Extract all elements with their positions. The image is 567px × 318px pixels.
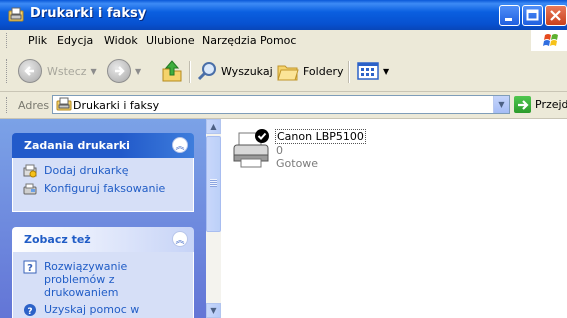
search-icon [197,62,216,81]
title-bar[interactable]: Drukarki i faksy [0,0,567,30]
help-circle-icon: ? [24,304,36,317]
addressbar-grip[interactable] [6,97,10,113]
go-label: Przejdź [535,98,567,111]
go-button[interactable]: Przejdź [514,96,567,113]
close-icon [550,10,561,21]
printer-tasks-panel: Zadania drukarki ︽ Dodaj drukarkę Konfig… [12,133,194,212]
get-help-label: Uzyskaj pomoc w [44,303,140,316]
folders-icon [277,65,299,81]
chevron-up-icon: ▲ [210,122,217,131]
task-pane-scrollbar[interactable]: ▲ ▼ [206,119,221,318]
setup-fax-label: Konfiguruj faksowanie [44,182,166,195]
collapse-chevron-icon[interactable]: ︽ [172,137,188,153]
folders-button[interactable]: Foldery [276,57,344,85]
printer-status: Gotowe [276,157,319,170]
troubleshoot-printing-link[interactable]: ? Rozwiązywanie problemów z drukowaniem [23,260,183,299]
printers-folder-icon [8,7,24,23]
printer-tasks-title: Zadania drukarki [24,139,130,152]
menu-favorites[interactable]: Ulubione [146,34,195,47]
add-printer-icon [23,164,37,178]
back-dropdown-icon[interactable]: ▼ [91,67,97,76]
printer-item[interactable]: Canon LBP5100 0 Gotowe [231,127,381,175]
svg-text:?: ? [27,307,32,317]
printer-icon [233,129,269,168]
collapse-chevron-icon[interactable]: ︽ [172,231,188,247]
toolbar-separator [189,61,191,83]
minimize-button[interactable] [499,5,520,26]
scroll-down-button[interactable]: ▼ [206,303,221,318]
printer-tasks-header[interactable]: Zadania drukarki ︽ [12,133,194,158]
printer-tasks-body: Dodaj drukarkę Konfiguruj faksowanie [12,158,194,212]
window-title: Drukarki i faksy [30,6,147,21]
add-printer-link[interactable]: Dodaj drukarkę [23,164,183,182]
setup-fax-link[interactable]: Konfiguruj faksowanie [23,182,183,200]
maximize-button[interactable] [522,5,543,26]
address-dropdown-button[interactable]: ▼ [493,96,509,113]
see-also-title: Zobacz też [24,233,91,246]
windows-logo [531,30,567,51]
windows-flag-icon [543,34,558,46]
see-also-body: ? Rozwiązywanie problemów z drukowaniem … [12,252,194,318]
standard-toolbar: Wstecz ▼ ▼ Wyszukaj Foldery ▼ [0,51,567,92]
folder-up-icon [162,60,182,82]
printers-folder-icon [56,97,72,115]
see-also-header[interactable]: Zobacz też ︽ [12,227,194,252]
menu-edit[interactable]: Edycja [57,34,93,47]
toolbar-grip[interactable] [6,59,10,83]
address-label: Adres [18,99,50,112]
views-button[interactable]: ▼ [357,57,389,85]
search-label: Wyszukaj [221,64,273,78]
address-value: Drukarki i faksy [73,99,160,112]
menubar-grip[interactable] [6,33,10,48]
toolbar-separator [348,61,350,83]
forward-button[interactable]: ▼ [107,57,141,85]
minimize-icon [505,18,512,21]
scroll-up-button[interactable]: ▲ [206,119,221,134]
forward-arrow-icon [107,59,131,83]
thumb-grip [210,179,217,187]
address-bar: Adres Drukarki i faksy ▼ Przejdź [0,92,567,119]
back-label: Wstecz [47,64,87,78]
help-icon: ? [23,260,37,274]
folders-label: Foldery [303,64,344,78]
go-arrow-icon [514,96,531,113]
svg-text:?: ? [27,263,33,274]
maximize-icon [526,9,539,21]
menu-tools[interactable]: Narzędzia [202,34,257,47]
troubleshoot-printing-label: Rozwiązywanie problemów z drukowaniem [44,260,128,299]
get-help-link[interactable]: ? Uzyskaj pomoc w [23,303,183,318]
views-dropdown-icon[interactable]: ▼ [383,67,389,76]
menu-bar: Plik Edycja Widok Ulubione Narzędzia Pom… [0,30,567,52]
fax-icon [23,183,37,195]
search-button[interactable]: Wyszukaj [196,57,273,85]
printer-jobs: 0 [276,144,283,157]
forward-dropdown-icon[interactable]: ▼ [135,67,141,76]
back-arrow-icon [18,59,42,83]
menu-view[interactable]: Widok [104,34,138,47]
task-pane: Zadania drukarki ︽ Dodaj drukarkę Konfig… [0,119,206,318]
add-printer-label: Dodaj drukarkę [44,164,129,177]
chevron-down-icon: ▼ [498,100,505,109]
explorer-window: Drukarki i faksy Plik Edycja Widok Ulubi… [0,0,567,318]
address-field[interactable]: Drukarki i faksy ▼ [52,95,510,114]
menu-file[interactable]: Plik [28,34,47,47]
back-button[interactable]: Wstecz ▼ [18,57,97,85]
see-also-panel: Zobacz też ︽ ? Rozwiązywanie problemów z… [12,227,194,318]
up-button[interactable] [161,57,183,85]
views-icon [357,62,379,80]
printer-name: Canon LBP5100 [275,129,366,144]
close-button[interactable] [545,5,567,26]
printers-list: Canon LBP5100 0 Gotowe [221,119,567,318]
menu-help[interactable]: Pomoc [260,34,296,47]
chevron-down-icon: ▼ [210,306,217,315]
scroll-thumb[interactable] [206,136,221,232]
